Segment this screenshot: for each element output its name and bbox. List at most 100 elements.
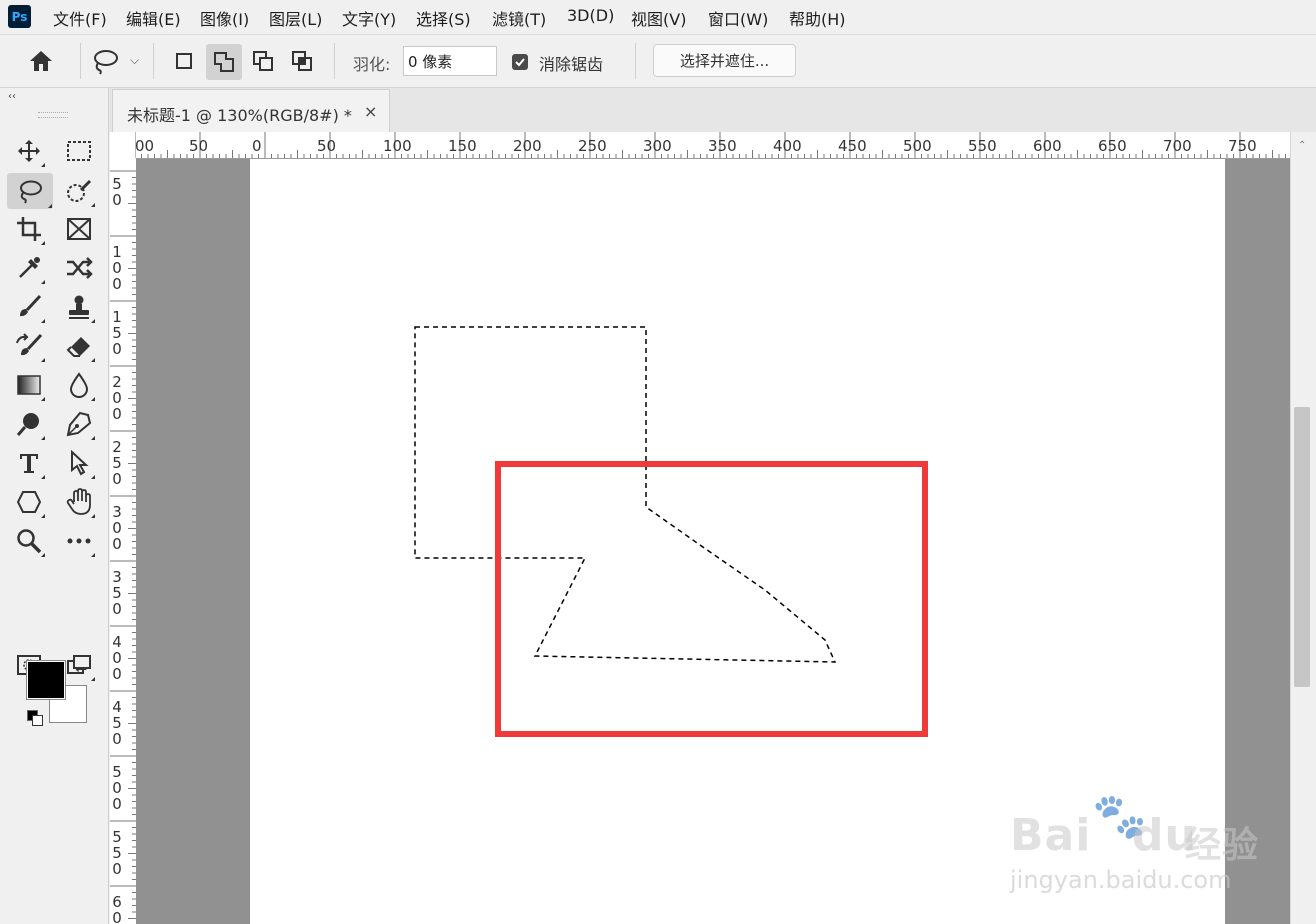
type-icon — [20, 454, 38, 473]
hexagon-icon — [16, 491, 42, 513]
document-tab[interactable]: 未标题-1 @ 130%(RGB/8#) * × — [112, 89, 390, 133]
home-button[interactable] — [24, 44, 58, 78]
separator — [334, 43, 335, 79]
add-to-selection-button[interactable] — [206, 44, 242, 80]
more-tools-button[interactable] — [62, 524, 96, 558]
ruler-label: 250 — [578, 137, 607, 155]
history-brush-tool[interactable] — [12, 329, 46, 363]
menu-help[interactable]: 帮助(H) — [789, 6, 846, 30]
add-to-selection-icon — [214, 52, 234, 72]
menu-image[interactable]: 图像(I) — [200, 6, 249, 30]
collapse-panel-icon[interactable]: ‹‹ — [8, 91, 16, 102]
magnifier-icon — [17, 529, 42, 554]
marquee-tool[interactable] — [62, 134, 96, 168]
shape-tool[interactable] — [12, 485, 46, 519]
menu-window[interactable]: 窗口(W) — [708, 6, 768, 30]
default-colors-icon[interactable] — [27, 710, 43, 726]
home-icon — [30, 51, 52, 71]
ruler-label: 00 — [135, 137, 155, 155]
tool-preset-picker[interactable] — [88, 44, 122, 78]
ruler-label: 50 — [317, 137, 337, 155]
menu-select[interactable]: 选择(S) — [416, 6, 471, 30]
toolbox-grip[interactable] — [38, 112, 68, 118]
type-tool[interactable] — [12, 446, 46, 480]
subtract-from-selection-icon — [253, 51, 273, 71]
lasso-icon — [94, 50, 118, 75]
brush-tool[interactable] — [12, 290, 46, 324]
menu-filter[interactable]: 滤镜(T) — [492, 6, 546, 30]
intersect-with-selection-icon — [292, 51, 312, 71]
horizontal-ruler[interactable]: 00 50 0 50 100 150 200 250 300 350 400 4… — [135, 132, 1290, 159]
zoom-tool[interactable] — [12, 524, 46, 558]
ruler-label: 300 — [112, 503, 122, 553]
rectangular-marquee-icon — [67, 141, 91, 161]
ruler-label: 450 — [112, 698, 122, 748]
watermark-brand: Bai — [1010, 810, 1092, 861]
ruler-label: 150 — [448, 137, 477, 155]
content-aware-move-tool[interactable] — [62, 251, 96, 285]
ruler-origin[interactable] — [110, 132, 136, 159]
hand-icon — [66, 488, 91, 515]
ruler-label: 750 — [1228, 137, 1257, 155]
ruler-label: 350 — [708, 137, 737, 155]
blur-tool[interactable] — [62, 368, 96, 402]
quick-selection-brush-icon — [67, 179, 92, 202]
scroll-up-icon[interactable]: ⌃ — [1298, 140, 1306, 151]
crop-icon — [17, 217, 41, 241]
move-tool[interactable] — [12, 134, 46, 168]
ruler-label: 200 — [513, 137, 542, 155]
scrollbar-thumb[interactable] — [1294, 407, 1310, 687]
pen-tool[interactable] — [62, 407, 96, 441]
photoshop-logo-icon[interactable]: Ps — [8, 5, 31, 28]
antialias-label: 消除锯齿 — [539, 55, 604, 74]
crop-tool[interactable] — [12, 212, 46, 246]
menu-type[interactable]: 文字(Y) — [342, 6, 396, 30]
eraser-tool[interactable] — [62, 329, 96, 363]
eyedropper-icon — [19, 257, 40, 278]
vertical-ruler[interactable]: 50 100 150 200 250 300 350 400 450 500 5… — [110, 158, 137, 924]
select-and-mask-button[interactable]: 选择并遮住... — [653, 44, 796, 77]
menu-layer[interactable]: 图层(L) — [269, 6, 322, 30]
ruler-label: 400 — [773, 137, 802, 155]
ruler-label: 100 — [383, 137, 412, 155]
quick-selection-tool[interactable] — [62, 174, 96, 208]
dodge-icon — [16, 413, 39, 436]
options-bar: ⌵ 羽化: 消除锯齿 选择并遮住... — [0, 35, 1316, 88]
stamp-icon — [69, 295, 89, 319]
new-selection-button[interactable] — [167, 44, 201, 78]
history-brush-icon — [16, 333, 43, 356]
foreground-color-swatch[interactable] — [26, 660, 66, 700]
clone-stamp-tool[interactable] — [62, 290, 96, 324]
ruler-label: 250 — [112, 438, 122, 488]
path-selection-tool[interactable] — [62, 446, 96, 480]
dodge-tool[interactable] — [12, 407, 46, 441]
eraser-icon — [66, 337, 90, 357]
new-selection-icon — [176, 53, 192, 69]
screen-mode-button[interactable] — [62, 648, 96, 682]
menu-view[interactable]: 视图(V) — [631, 6, 686, 30]
document-tab-bar: 未标题-1 @ 130%(RGB/8#) * × — [109, 88, 1316, 133]
brush-icon — [20, 294, 42, 317]
ruler-label: 50 — [112, 175, 122, 209]
subtract-from-selection-button[interactable] — [246, 44, 280, 78]
lasso-tool[interactable] — [7, 173, 53, 209]
eyedropper-tool[interactable] — [12, 251, 46, 285]
feather-label: 羽化: — [353, 55, 391, 74]
separator — [153, 43, 154, 79]
intersect-with-selection-button[interactable] — [285, 44, 319, 78]
feather-input[interactable] — [403, 46, 497, 76]
frame-tool[interactable] — [62, 212, 96, 246]
menu-file[interactable]: 文件(F) — [53, 6, 107, 30]
document-tab-title: 未标题-1 @ 130%(RGB/8#) * — [127, 106, 352, 125]
gradient-tool[interactable] — [12, 368, 46, 402]
menu-3d[interactable]: 3D(D) — [567, 6, 614, 25]
ruler-label: 300 — [643, 137, 672, 155]
ruler-label: 450 — [838, 137, 867, 155]
hand-tool[interactable] — [62, 485, 96, 519]
antialias-checkbox[interactable] — [512, 54, 528, 70]
vertical-scrollbar[interactable]: ⌃ — [1290, 132, 1316, 924]
menu-edit[interactable]: 编辑(E) — [126, 6, 181, 30]
ruler-label: 550 — [968, 137, 997, 155]
chevron-down-icon[interactable]: ⌵ — [130, 53, 139, 68]
close-icon[interactable]: × — [364, 102, 377, 121]
